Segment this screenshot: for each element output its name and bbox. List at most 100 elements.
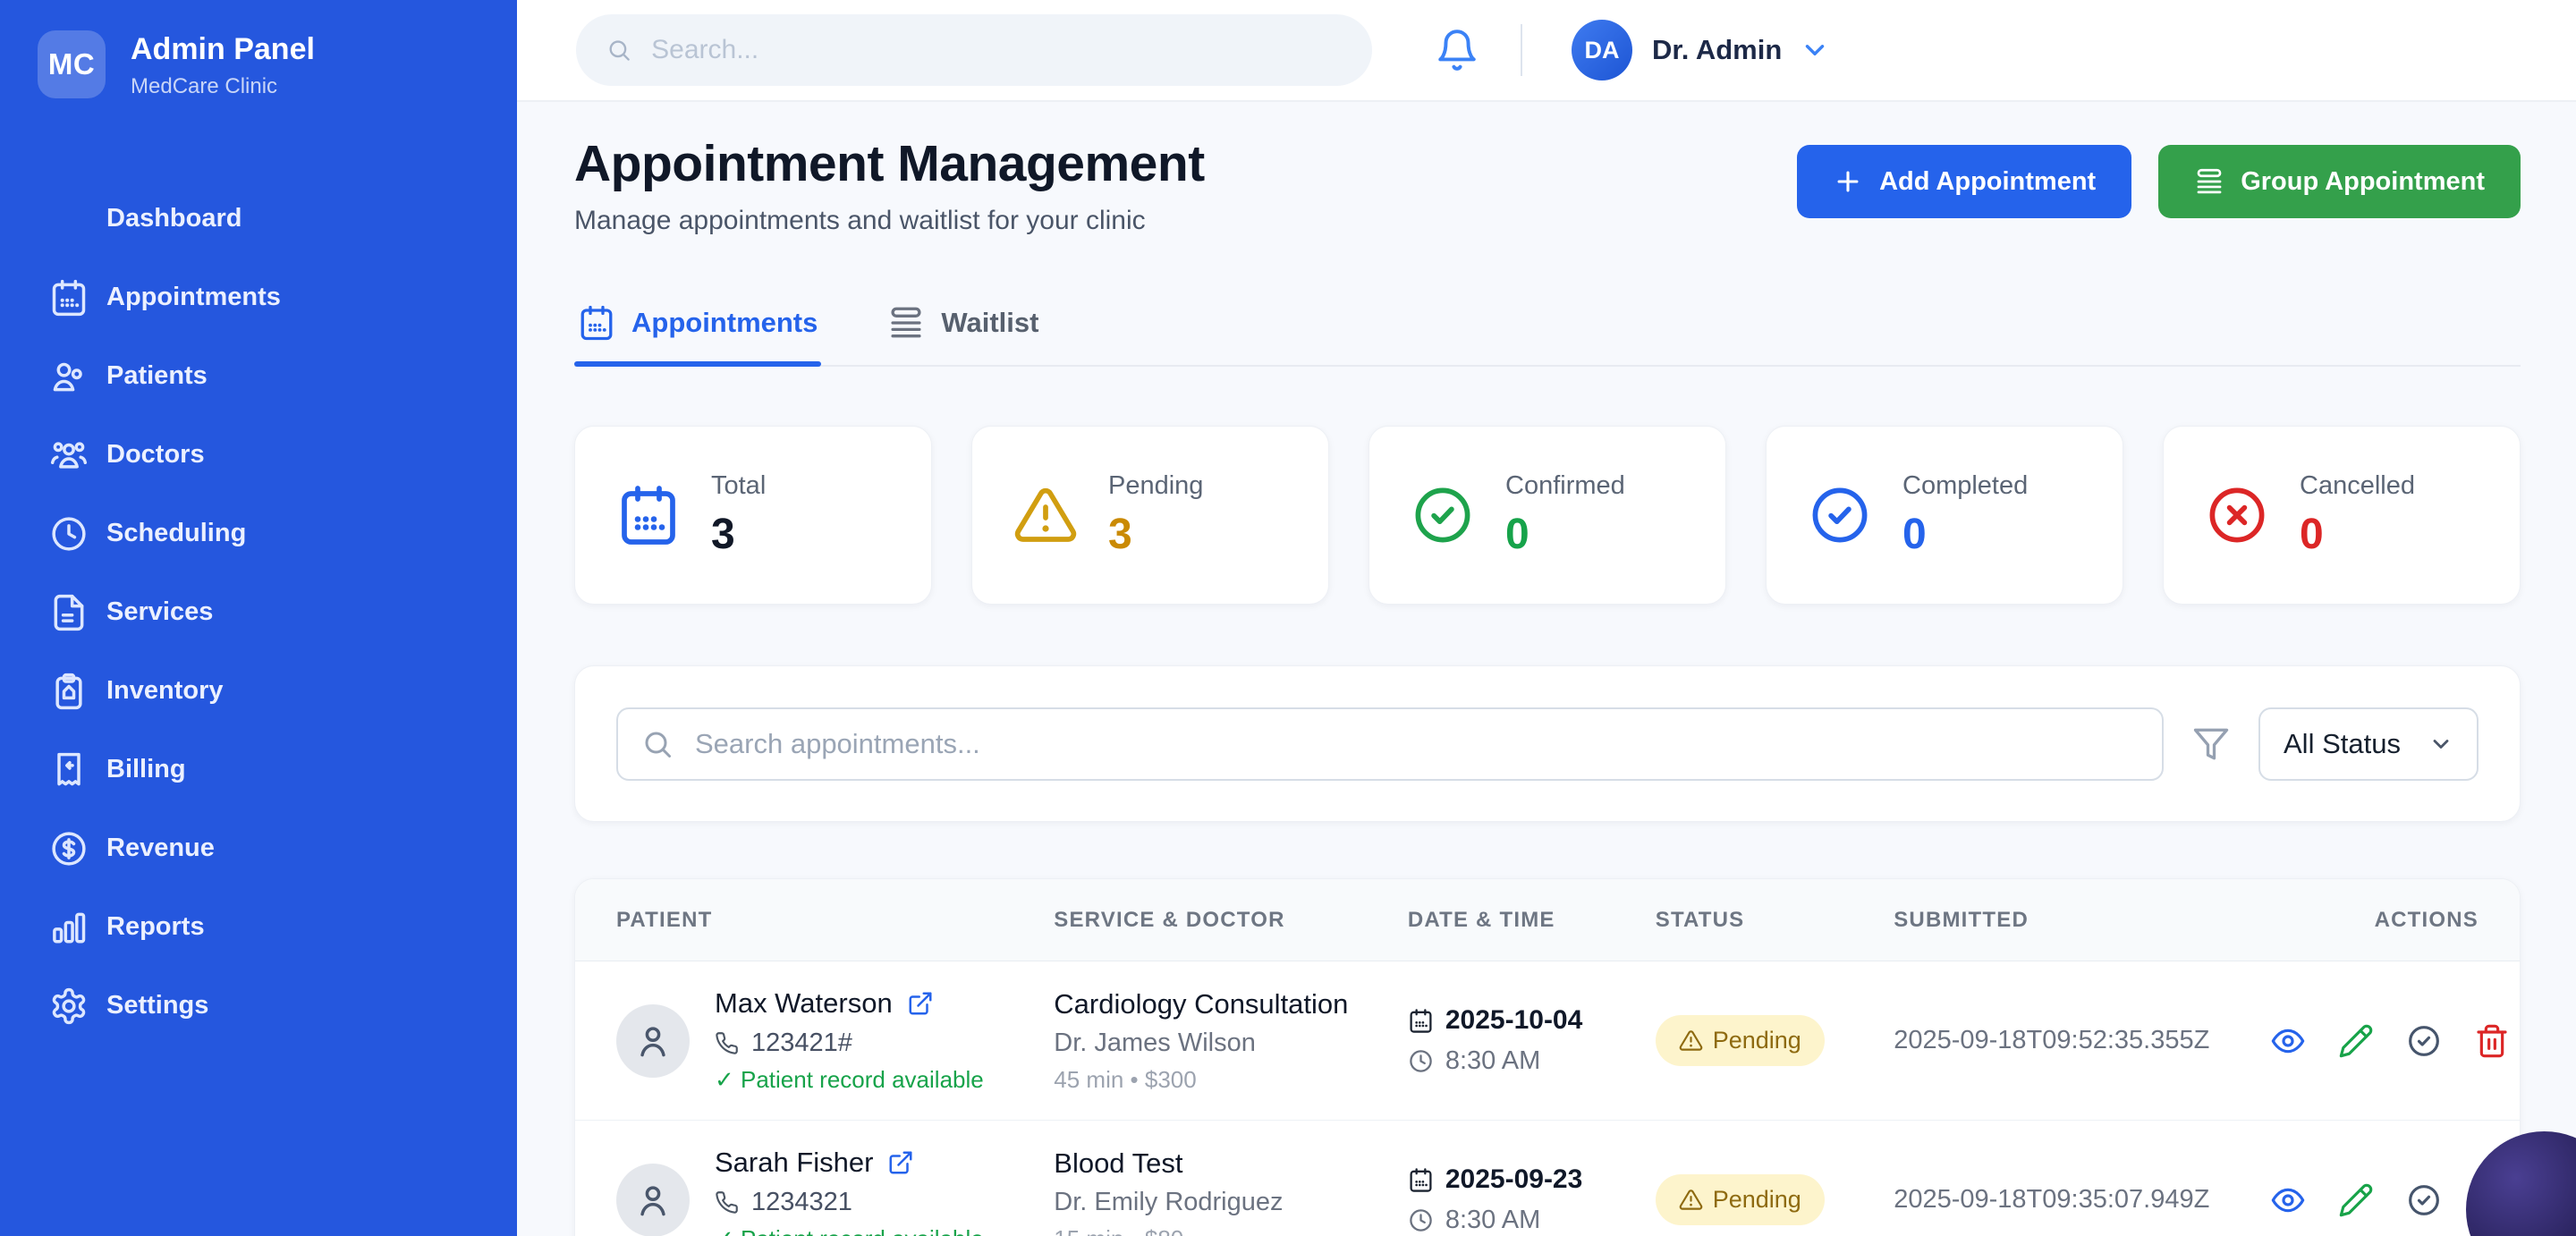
table-row: Max Waterson 123421# ✓ Patient record av… [575,961,2520,1121]
sidebar-item-services[interactable]: Services [0,573,517,652]
submitted-timestamp: 2025-09-18T09:35:07.949Z [1894,1185,2270,1215]
clock-icon [1408,1207,1434,1233]
plus-icon [1833,166,1863,197]
user-menu-chevron-down-icon[interactable] [1800,35,1830,65]
x-circle-icon [2205,483,2269,547]
table-row: Sarah Fisher 1234321 ✓ Patient record av… [575,1121,2520,1236]
tab-waitlist[interactable]: Waitlist [884,295,1042,365]
appointments-search-input[interactable] [674,728,2162,760]
datetime-cell: 2025-09-23 8:30 AM [1408,1164,1656,1235]
page-subtitle: Manage appointments and waitlist for you… [574,206,1205,236]
topbar-divider [1521,24,1522,76]
group-appointment-button[interactable]: Group Appointment [2158,145,2521,218]
row-actions [2270,1023,2510,1059]
patient-avatar [616,1164,690,1236]
sidebar-item-revenue[interactable]: Revenue [0,809,517,888]
pencil-icon [2338,1182,2374,1218]
stat-label: Completed [1902,471,2028,501]
sidebar-item-dashboard[interactable]: Dashboard [0,180,517,258]
warning-triangle-icon [1013,483,1078,547]
appointment-date: 2025-10-04 [1445,1005,1582,1036]
header-actions: Add Appointment Group Appointment [1797,145,2521,218]
gear-icon [49,986,89,1026]
users-group-icon [49,436,89,475]
tab-bar: Appointments Waitlist [574,295,2521,367]
patient-record-note: ✓ Patient record available [715,1225,984,1236]
sidebar: MC Admin Panel MedCare Clinic Dashboard … [0,0,517,1236]
col-header-service-doctor: Service & Doctor [1054,908,1408,933]
delete-button[interactable] [2474,1023,2510,1059]
view-button[interactable] [2270,1023,2306,1059]
doctor-name: Dr. Emily Rodriguez [1054,1188,1408,1217]
phone-icon [715,1031,739,1055]
trash-icon [2474,1023,2510,1059]
status-badge: Pending [1656,1174,1825,1225]
topbar: DA Dr. Admin [517,0,2576,102]
stat-value: 3 [711,510,766,559]
external-link-icon[interactable] [887,1149,914,1176]
clock-icon [1408,1048,1434,1074]
user-icon [633,1181,673,1220]
col-header-status: Status [1656,908,1894,933]
sidebar-item-billing[interactable]: Billing [0,731,517,809]
col-header-actions: Actions [2270,908,2479,933]
sidebar-item-inventory[interactable]: Inventory [0,652,517,731]
receipt-icon [49,750,89,790]
clipboard-icon [49,672,89,711]
status-filter-select[interactable]: All Status [2258,707,2479,781]
edit-button[interactable] [2338,1023,2374,1059]
appointment-date: 2025-09-23 [1445,1164,1582,1195]
sidebar-item-reports[interactable]: Reports [0,888,517,967]
status-cell: Pending [1656,1174,1894,1225]
stat-label: Cancelled [2300,471,2415,501]
notifications-bell-icon[interactable] [1435,28,1479,72]
table-header-row: Patient Service & Doctor Date & Time Sta… [575,879,2520,961]
stat-value: 0 [2300,510,2415,559]
patient-phone: 123421# [751,1029,852,1058]
sidebar-item-scheduling[interactable]: Scheduling [0,495,517,573]
list-icon [2194,166,2224,197]
stat-card-confirmed: Confirmed 0 [1368,426,1726,605]
check-circle-icon [1808,483,1872,547]
filter-bar: All Status [574,665,2521,822]
app-title: Admin Panel [131,30,315,69]
stat-label: Total [711,471,766,501]
page-title: Appointment Management [574,134,1205,193]
user-avatar[interactable]: DA [1572,20,1632,80]
confirm-button[interactable] [2406,1182,2442,1218]
edit-button[interactable] [2338,1182,2374,1218]
patient-cell: Max Waterson 123421# ✓ Patient record av… [616,987,1054,1094]
col-header-date-time: Date & Time [1408,908,1656,933]
search-icon [606,37,631,63]
eye-icon [2270,1023,2306,1059]
global-search-input[interactable] [651,35,1342,65]
add-appointment-button[interactable]: Add Appointment [1797,145,2131,218]
patient-record-note: ✓ Patient record available [715,1066,984,1094]
global-search[interactable] [576,14,1372,86]
patient-name: Sarah Fisher [715,1147,873,1179]
main-content: Appointment Management Manage appointmen… [517,102,2576,1236]
sidebar-item-settings[interactable]: Settings [0,967,517,1046]
patient-phone: 1234321 [751,1188,852,1217]
sidebar-item-patients[interactable]: Patients [0,337,517,416]
sidebar-item-appointments[interactable]: Appointments [0,258,517,337]
patient-name: Max Waterson [715,987,893,1020]
doctor-name: Dr. James Wilson [1054,1029,1408,1058]
filter-funnel-icon[interactable] [2192,725,2230,763]
calendar-icon [578,304,615,342]
external-link-icon[interactable] [907,990,934,1017]
appointment-time: 8:30 AM [1445,1046,1540,1076]
confirm-button[interactable] [2406,1023,2442,1059]
sidebar-item-doctors[interactable]: Doctors [0,416,517,495]
tab-appointments[interactable]: Appointments [574,295,821,365]
user-name[interactable]: Dr. Admin [1652,34,1782,66]
service-name: Cardiology Consultation [1054,988,1408,1020]
view-button[interactable] [2270,1182,2306,1218]
appointments-search[interactable] [616,707,2164,781]
service-meta: 15 min • $80 [1054,1225,1408,1236]
stat-label: Pending [1108,471,1203,501]
stat-label: Confirmed [1505,471,1625,501]
search-icon [641,728,674,760]
brand: MC Admin Panel MedCare Clinic [0,30,517,99]
file-text-icon [49,593,89,632]
